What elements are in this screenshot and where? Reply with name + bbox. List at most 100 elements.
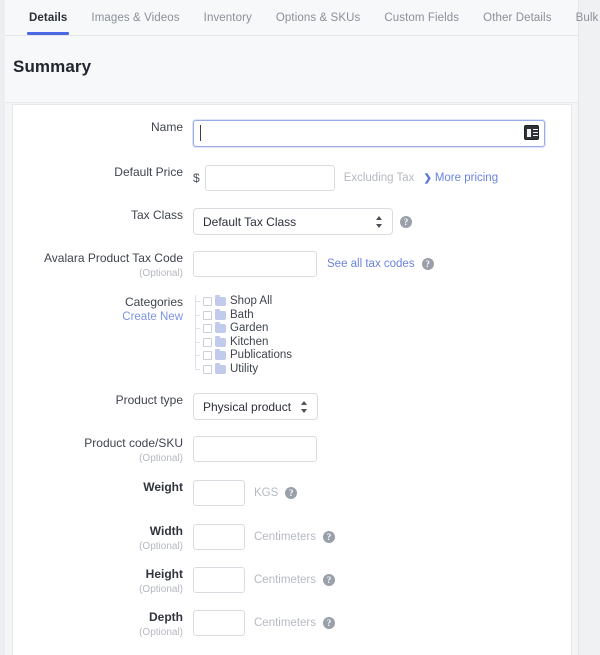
- row-categories: Categories Create New Shop All Bath Gard…: [13, 295, 571, 376]
- row-height: Height (Optional) Centimeters ?: [13, 567, 571, 596]
- depth-field-col: Centimeters ?: [193, 610, 571, 636]
- folder-icon: [215, 322, 226, 334]
- category-row-publications[interactable]: Publications: [193, 349, 292, 363]
- product-type-label-col: Product type: [13, 393, 193, 408]
- tab-details[interactable]: Details: [17, 0, 79, 35]
- tab-custom-fields-label: Custom Fields: [384, 11, 460, 24]
- tree-dash: [195, 328, 200, 329]
- category-row-shop-all[interactable]: Shop All: [193, 295, 292, 309]
- height-unit-label: Centimeters: [254, 574, 316, 586]
- page-right-strip: [578, 0, 600, 655]
- more-pricing-link[interactable]: More pricing: [435, 172, 498, 184]
- avalara-input[interactable]: [193, 251, 317, 277]
- category-row-garden[interactable]: Garden: [193, 322, 292, 336]
- category-label-kitchen: Kitchen: [230, 335, 269, 348]
- name-input[interactable]: [193, 120, 545, 147]
- name-label: Name: [150, 120, 183, 134]
- weight-field-col: KGS ?: [193, 480, 571, 506]
- chevron-right-icon: ❯: [423, 172, 432, 184]
- tab-custom-fields[interactable]: Custom Fields: [372, 0, 471, 35]
- tax-class-select[interactable]: Default Tax Class: [193, 208, 393, 235]
- product-type-select[interactable]: Physical product: [193, 393, 318, 420]
- width-input[interactable]: [193, 524, 245, 550]
- tax-class-help-icon[interactable]: ?: [400, 215, 412, 228]
- row-weight: Weight KGS ?: [13, 480, 571, 506]
- contact-card-icon[interactable]: [524, 125, 539, 140]
- height-input[interactable]: [193, 567, 245, 593]
- height-label: Height: [145, 567, 183, 581]
- row-avalara-tax-code: Avalara Product Tax Code (Optional) See …: [13, 251, 571, 280]
- row-name: Name: [13, 120, 571, 147]
- default-price-input[interactable]: [204, 165, 335, 191]
- width-label: Width: [149, 524, 183, 538]
- see-all-tax-codes-link[interactable]: See all tax codes: [327, 258, 415, 270]
- depth-help-icon[interactable]: ?: [323, 617, 335, 629]
- tab-inventory[interactable]: Inventory: [192, 0, 264, 35]
- sku-label: Product code/SKU: [84, 436, 183, 450]
- row-sku: Product code/SKU (Optional): [13, 436, 571, 465]
- weight-input[interactable]: [193, 480, 245, 506]
- weight-unit-label: KGS: [254, 487, 279, 499]
- product-type-selected-value: Physical product: [203, 399, 292, 414]
- width-label-col: Width (Optional): [13, 524, 193, 553]
- weight-help-icon[interactable]: ?: [285, 487, 298, 499]
- text-caret: [200, 125, 201, 141]
- avalara-label: Avalara Product Tax Code: [44, 251, 183, 265]
- width-optional-note: (Optional): [139, 541, 183, 552]
- category-row-kitchen[interactable]: Kitchen: [193, 335, 292, 349]
- category-row-bath[interactable]: Bath: [193, 308, 292, 322]
- summary-header: Summary: [5, 36, 578, 103]
- tax-class-field-col: Default Tax Class ?: [193, 208, 571, 235]
- category-checkbox-bath[interactable]: [203, 310, 212, 320]
- category-checkbox-kitchen[interactable]: [203, 337, 212, 347]
- category-checkbox-utility[interactable]: [203, 364, 212, 374]
- tax-class-label: Tax Class: [130, 208, 183, 222]
- create-new-category-link[interactable]: Create New: [13, 310, 183, 325]
- category-checkbox-publications[interactable]: [203, 351, 212, 361]
- name-label-col: Name: [13, 120, 193, 135]
- width-help-icon[interactable]: ?: [323, 531, 335, 543]
- category-checkbox-shop-all[interactable]: [203, 297, 212, 307]
- tab-inventory-label: Inventory: [203, 11, 252, 24]
- select-stepper-icon: [376, 215, 383, 229]
- height-field-col: Centimeters ?: [193, 567, 571, 593]
- page-title: Summary: [13, 57, 92, 76]
- sku-optional-note: (Optional): [139, 453, 183, 464]
- category-label-garden: Garden: [230, 322, 269, 335]
- tree-dash: [195, 368, 200, 370]
- tab-details-label: Details: [29, 11, 68, 24]
- tree-dash: [195, 341, 200, 343]
- tab-other-details[interactable]: Other Details: [471, 0, 563, 35]
- category-label-publications: Publications: [230, 349, 293, 362]
- default-price-label-col: Default Price: [13, 165, 193, 180]
- width-unit-label: Centimeters: [254, 531, 316, 543]
- row-product-type: Product type Physical product: [13, 393, 571, 420]
- category-label-utility: Utility: [230, 362, 259, 375]
- weight-label: Weight: [143, 480, 183, 494]
- tab-images-videos[interactable]: Images & Videos: [79, 0, 191, 35]
- category-row-utility[interactable]: Utility: [193, 362, 292, 377]
- tab-bulk-pricing[interactable]: Bulk Pricing: [564, 0, 600, 35]
- name-input-wrap: [193, 120, 545, 147]
- currency-symbol: $: [193, 171, 200, 185]
- weight-label-col: Weight: [13, 480, 193, 495]
- sku-input[interactable]: [193, 436, 317, 462]
- category-label-bath: Bath: [230, 308, 254, 321]
- tax-class-selected-value: Default Tax Class: [203, 214, 297, 229]
- category-checkbox-garden[interactable]: [203, 324, 212, 334]
- height-label-col: Height (Optional): [13, 567, 193, 596]
- tab-options-skus[interactable]: Options & SKUs: [264, 0, 373, 35]
- height-help-icon[interactable]: ?: [323, 574, 335, 586]
- depth-input[interactable]: [193, 610, 245, 636]
- depth-label-col: Depth (Optional): [13, 610, 193, 639]
- category-label-shop-all: Shop All: [230, 295, 273, 308]
- product-details-page: Details Images & Videos Inventory Option…: [0, 0, 600, 655]
- avalara-help-icon[interactable]: ?: [421, 258, 434, 270]
- tree-dash: [195, 355, 200, 356]
- sku-field-col: [193, 436, 571, 462]
- tab-bulk-pricing-label: Bulk Pricing: [575, 11, 600, 24]
- folder-icon: [215, 295, 226, 307]
- categories-field-col: Shop All Bath Garden Kitchen Publication…: [193, 295, 571, 376]
- category-tree: Shop All Bath Garden Kitchen Publication…: [193, 295, 292, 376]
- folder-icon: [215, 349, 226, 361]
